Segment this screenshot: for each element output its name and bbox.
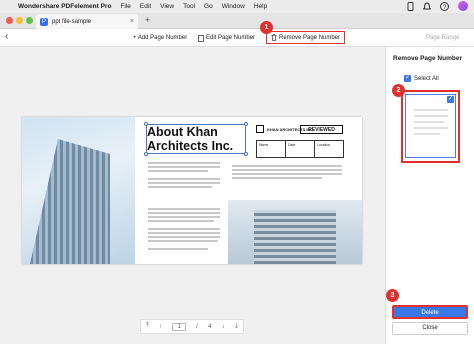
select-all-label: Select All bbox=[414, 75, 439, 82]
menu-view[interactable]: View bbox=[160, 3, 174, 10]
edit-page-icon bbox=[198, 34, 204, 42]
body-text-line bbox=[232, 165, 342, 167]
info-table: Name Date Location bbox=[256, 140, 344, 158]
last-page-icon[interactable]: ⤓ bbox=[235, 323, 238, 330]
remove-page-number-button[interactable]: Remove Page Number bbox=[266, 31, 346, 44]
menu-help[interactable]: Help bbox=[254, 3, 267, 10]
tab-close-icon[interactable]: × bbox=[130, 18, 134, 25]
edit-page-number-label: Edit Page Number bbox=[206, 35, 256, 41]
delete-button[interactable]: Delete bbox=[392, 305, 468, 319]
remove-page-number-label: Remove Page Number bbox=[279, 34, 341, 41]
thumb-line bbox=[414, 121, 444, 123]
step-badge-3: 3 bbox=[386, 289, 399, 302]
body-text-line bbox=[148, 162, 220, 164]
info-date: Date bbox=[286, 141, 315, 157]
first-page-icon[interactable]: ⤒ bbox=[146, 323, 149, 330]
body-text-line bbox=[148, 182, 220, 184]
maximize-window-button[interactable] bbox=[26, 17, 33, 24]
close-button[interactable]: Close bbox=[392, 322, 468, 335]
menu-window[interactable]: Window bbox=[222, 3, 245, 10]
thumbnail-checkbox-icon[interactable]: ✓ bbox=[447, 96, 454, 103]
page-separator: / bbox=[196, 323, 198, 330]
page-range-label: Page Range bbox=[426, 35, 460, 41]
pdf-file-icon: P bbox=[40, 17, 48, 26]
menu-tool[interactable]: Tool bbox=[183, 3, 195, 10]
menu-edit[interactable]: Edit bbox=[140, 3, 151, 10]
question-icon[interactable]: ? bbox=[440, 1, 449, 11]
tab-ppt-file-sample[interactable]: P ppt file-sample × bbox=[36, 14, 138, 29]
step-badge-2: 2 bbox=[392, 84, 405, 97]
phone-icon[interactable] bbox=[407, 1, 414, 11]
building-photo-right bbox=[228, 200, 362, 264]
current-page-input[interactable]: 1 bbox=[172, 322, 186, 331]
building-photo-left bbox=[22, 117, 135, 264]
body-text-line bbox=[148, 232, 220, 234]
body-text-line bbox=[148, 240, 218, 242]
new-tab-button[interactable]: + bbox=[145, 15, 150, 25]
thumb-line bbox=[414, 109, 448, 111]
resize-handle[interactable] bbox=[244, 152, 248, 156]
info-location: Location bbox=[317, 143, 331, 147]
next-page-icon[interactable]: ↓ bbox=[222, 324, 225, 330]
menu-bar: Wondershare PDFelement Pro File Edit Vie… bbox=[0, 0, 474, 13]
body-text-line bbox=[148, 220, 214, 222]
body-text-line bbox=[232, 169, 342, 171]
user-avatar[interactable] bbox=[458, 1, 468, 11]
minimize-window-button[interactable] bbox=[16, 17, 23, 24]
body-text-line bbox=[148, 166, 220, 168]
thumb-line bbox=[414, 115, 448, 117]
step-badge-1: 1 bbox=[260, 21, 273, 34]
body-text-line bbox=[148, 212, 220, 214]
body-text-line bbox=[148, 186, 212, 188]
body-text-line bbox=[148, 178, 220, 180]
menu-file[interactable]: File bbox=[120, 3, 130, 10]
edit-page-number-button[interactable]: Edit Page Number bbox=[198, 33, 255, 43]
back-chevron-icon[interactable]: ‹ bbox=[5, 31, 8, 42]
total-pages: 4 bbox=[208, 323, 212, 330]
body-text-line bbox=[148, 236, 220, 238]
trash-icon bbox=[271, 34, 277, 41]
resize-handle[interactable] bbox=[244, 122, 248, 126]
body-text-line bbox=[148, 228, 220, 230]
thumb-line bbox=[414, 133, 440, 135]
body-text-line bbox=[148, 248, 208, 250]
info-name: Name bbox=[257, 141, 286, 157]
body-text-line bbox=[148, 216, 220, 218]
add-page-number-label: + Add Page Number bbox=[133, 35, 188, 41]
body-text-line bbox=[232, 177, 322, 179]
body-text-line bbox=[148, 208, 220, 210]
bell-icon[interactable] bbox=[423, 1, 431, 11]
tab-title: ppt file-sample bbox=[52, 18, 92, 25]
document-title: About Khan Architects Inc. bbox=[147, 125, 234, 153]
close-window-button[interactable] bbox=[6, 17, 13, 24]
prev-page-icon[interactable]: ↑ bbox=[159, 324, 162, 330]
app-name-menu[interactable]: Wondershare PDFelement Pro bbox=[18, 3, 111, 10]
resize-handle[interactable] bbox=[144, 152, 148, 156]
reviewed-stamp: REVIEWED bbox=[300, 125, 343, 134]
tab-bar: P ppt file-sample × + bbox=[0, 13, 474, 29]
select-all-checkbox[interactable]: ✓ Select All bbox=[404, 75, 439, 82]
page-thumbnail-1[interactable]: ✓ bbox=[405, 94, 456, 158]
thumb-line bbox=[414, 127, 448, 129]
menu-go[interactable]: Go bbox=[204, 3, 213, 10]
resize-handle[interactable] bbox=[144, 122, 148, 126]
body-text-line bbox=[232, 173, 342, 175]
checkbox-checked-icon: ✓ bbox=[404, 75, 411, 82]
page-navigator: ⤒ ↑ 1 / 4 ↓ ⤓ bbox=[140, 319, 244, 334]
panel-title: Remove Page Number bbox=[393, 55, 462, 62]
page-range-button[interactable]: Page Range bbox=[426, 33, 459, 43]
add-page-number-button[interactable]: + Add Page Number bbox=[133, 33, 187, 43]
toolbar: ‹ + Add Page Number Edit Page Number Rem… bbox=[0, 29, 474, 47]
body-text-line bbox=[148, 170, 208, 172]
selected-title-text[interactable]: About Khan Architects Inc. bbox=[144, 122, 248, 156]
